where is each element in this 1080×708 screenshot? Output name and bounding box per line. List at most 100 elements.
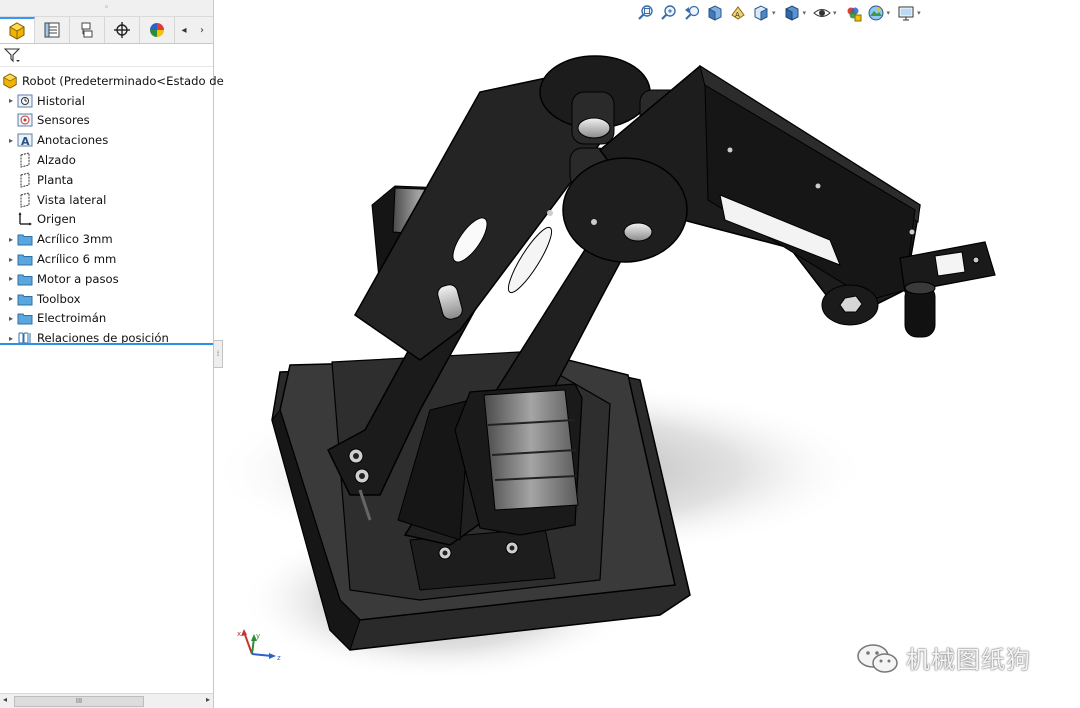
tree-item-alzado[interactable]: Alzado [0, 150, 213, 170]
feature-tree: Robot (Predeterminado<Estado de ▸ Histor… [0, 67, 224, 348]
assembly-cube-icon [2, 73, 18, 89]
previous-view-icon[interactable] [682, 3, 702, 23]
configuration-manager-tab[interactable] [70, 17, 105, 43]
display-manager-tab[interactable] [140, 17, 175, 43]
history-folder-icon [17, 93, 33, 109]
folder-icon [17, 271, 33, 287]
tree-item-relaciones[interactable]: ▸ Relaciones de posición [0, 328, 213, 348]
dynamic-annotation-icon[interactable]: A [728, 3, 748, 23]
horizontal-scrollbar[interactable]: ◂ III ▸ [0, 693, 213, 708]
edit-appearance-icon[interactable] [843, 3, 863, 23]
feature-manager-tab[interactable] [0, 17, 35, 43]
panel-grip[interactable]: ◦ [0, 0, 213, 17]
tree-item-label: Planta [37, 172, 74, 187]
watermark: 机械图纸狗 [856, 640, 1031, 675]
wrist-gripper[interactable] [899, 241, 996, 338]
tree-item-label: Acrílico 3mm [37, 232, 113, 247]
tree-item-electroiman[interactable]: ▸ Electroimán [0, 309, 213, 329]
tree-item-planta[interactable]: Planta [0, 170, 213, 190]
display-style-icon[interactable] [782, 3, 802, 23]
tree-item-vista-lateral[interactable]: Vista lateral [0, 190, 213, 210]
tab-scroll-left-button[interactable]: ◂ [175, 17, 193, 43]
crosshair-icon [114, 22, 130, 38]
scroll-right-arrow-icon[interactable]: ▸ [206, 695, 210, 704]
chevron-down-icon[interactable]: ▾ [833, 9, 837, 17]
hide-show-items-icon[interactable] [812, 3, 832, 23]
tree-item-toolbox[interactable]: ▸ Toolbox [0, 289, 213, 309]
chevron-down-icon[interactable]: ▾ [887, 9, 891, 17]
tree-item-label: Toolbox [37, 291, 81, 306]
expand-arrow-icon[interactable]: ▸ [5, 255, 17, 264]
feature-manager-panel: ◦ ◂ › Robot (Predeterminado<Estado de ▸ … [0, 0, 224, 708]
tree-root-assembly[interactable]: Robot (Predeterminado<Estado de [0, 71, 224, 91]
chevron-down-icon[interactable]: ▾ [917, 9, 921, 17]
tree-item-label: Alzado [37, 153, 76, 168]
triad-axis-x: x [237, 630, 241, 638]
tree-item-acrilico-6mm[interactable]: ▸ Acrílico 6 mm [0, 249, 213, 269]
tree-item-historial[interactable]: ▸ Historial [0, 91, 213, 111]
filter-icon[interactable] [4, 47, 20, 63]
scroll-left-arrow-icon[interactable]: ◂ [3, 695, 7, 704]
tree-item-label: Electroimán [37, 311, 107, 326]
manager-tab-bar: ◂ › [0, 17, 213, 44]
plane-icon [17, 172, 33, 188]
view-settings-icon[interactable] [896, 3, 916, 23]
plane-icon [17, 152, 33, 168]
triad-axis-y: y [256, 632, 260, 640]
tree-root-label: Robot (Predeterminado<Estado de [22, 73, 224, 88]
plane-icon [17, 192, 33, 208]
tree-item-label: Origen [37, 212, 76, 227]
origin-icon [17, 211, 33, 227]
scrollbar-thumb[interactable]: III [14, 696, 144, 707]
robot-arm-model[interactable] [221, 26, 1080, 708]
sensor-icon [17, 112, 33, 128]
expand-arrow-icon[interactable]: ▸ [5, 294, 17, 303]
tree-item-label: Sensores [37, 113, 90, 128]
watermark-text: 机械图纸狗 [906, 646, 1031, 674]
tree-item-label: Motor a pasos [37, 271, 119, 286]
expand-arrow-icon[interactable]: ▸ [5, 96, 17, 105]
tree-item-label: Vista lateral [37, 192, 107, 207]
folder-icon [17, 291, 33, 307]
tree-item-origen[interactable]: Origen [0, 210, 213, 230]
apply-scene-icon[interactable] [866, 3, 886, 23]
wechat-logo-icon [857, 643, 898, 673]
chevron-down-icon[interactable]: ▾ [803, 9, 807, 17]
tree-item-acrilico-3mm[interactable]: ▸ Acrílico 3mm [0, 229, 213, 249]
tree-filter-bar[interactable] [0, 44, 213, 67]
color-wheel-icon [150, 23, 164, 37]
dimxpert-tab[interactable] [105, 17, 140, 43]
folder-icon [17, 251, 33, 267]
chevron-down-icon[interactable]: ▾ [772, 9, 776, 17]
svg-text:A: A [735, 11, 740, 19]
tree-item-label: Acrílico 6 mm [37, 252, 117, 267]
configuration-icon [81, 22, 93, 38]
folder-icon [17, 231, 33, 247]
triad-axis-z: z [277, 654, 281, 662]
tree-item-motor-a-pasos[interactable]: ▸ Motor a pasos [0, 269, 213, 289]
tree-item-sensores[interactable]: Sensores [0, 111, 213, 131]
expand-arrow-icon[interactable]: ▸ [5, 334, 17, 343]
property-list-icon [44, 22, 60, 38]
expand-arrow-icon[interactable]: ▸ [5, 235, 17, 244]
folder-icon [17, 310, 33, 326]
tree-item-label: Anotaciones [37, 133, 109, 148]
tree-item-anotaciones[interactable]: ▸ A Anotaciones [0, 130, 213, 150]
expand-arrow-icon[interactable]: ▸ [5, 274, 17, 283]
graphics-viewport[interactable]: x y z [221, 26, 1080, 708]
tree-rollback-bar[interactable] [0, 343, 213, 345]
annotation-icon: A [17, 132, 33, 148]
tree-item-label: Historial [37, 93, 85, 108]
zoom-to-area-icon[interactable] [659, 3, 679, 23]
zoom-to-fit-icon[interactable] [636, 3, 656, 23]
expand-arrow-icon[interactable]: ▸ [5, 314, 17, 323]
tab-scroll-right-button[interactable]: › [193, 17, 211, 43]
property-manager-tab[interactable] [35, 17, 70, 43]
heads-up-view-toolbar: A ▾ ▾ ▾ ▾ ▾ [636, 2, 927, 24]
svg-text:A: A [21, 135, 30, 148]
assembly-cube-icon [9, 22, 25, 40]
coordinate-triad: x y z [237, 629, 281, 662]
view-orientation-icon[interactable] [751, 3, 771, 23]
expand-arrow-icon[interactable]: ▸ [5, 136, 17, 145]
section-view-icon[interactable] [705, 3, 725, 23]
